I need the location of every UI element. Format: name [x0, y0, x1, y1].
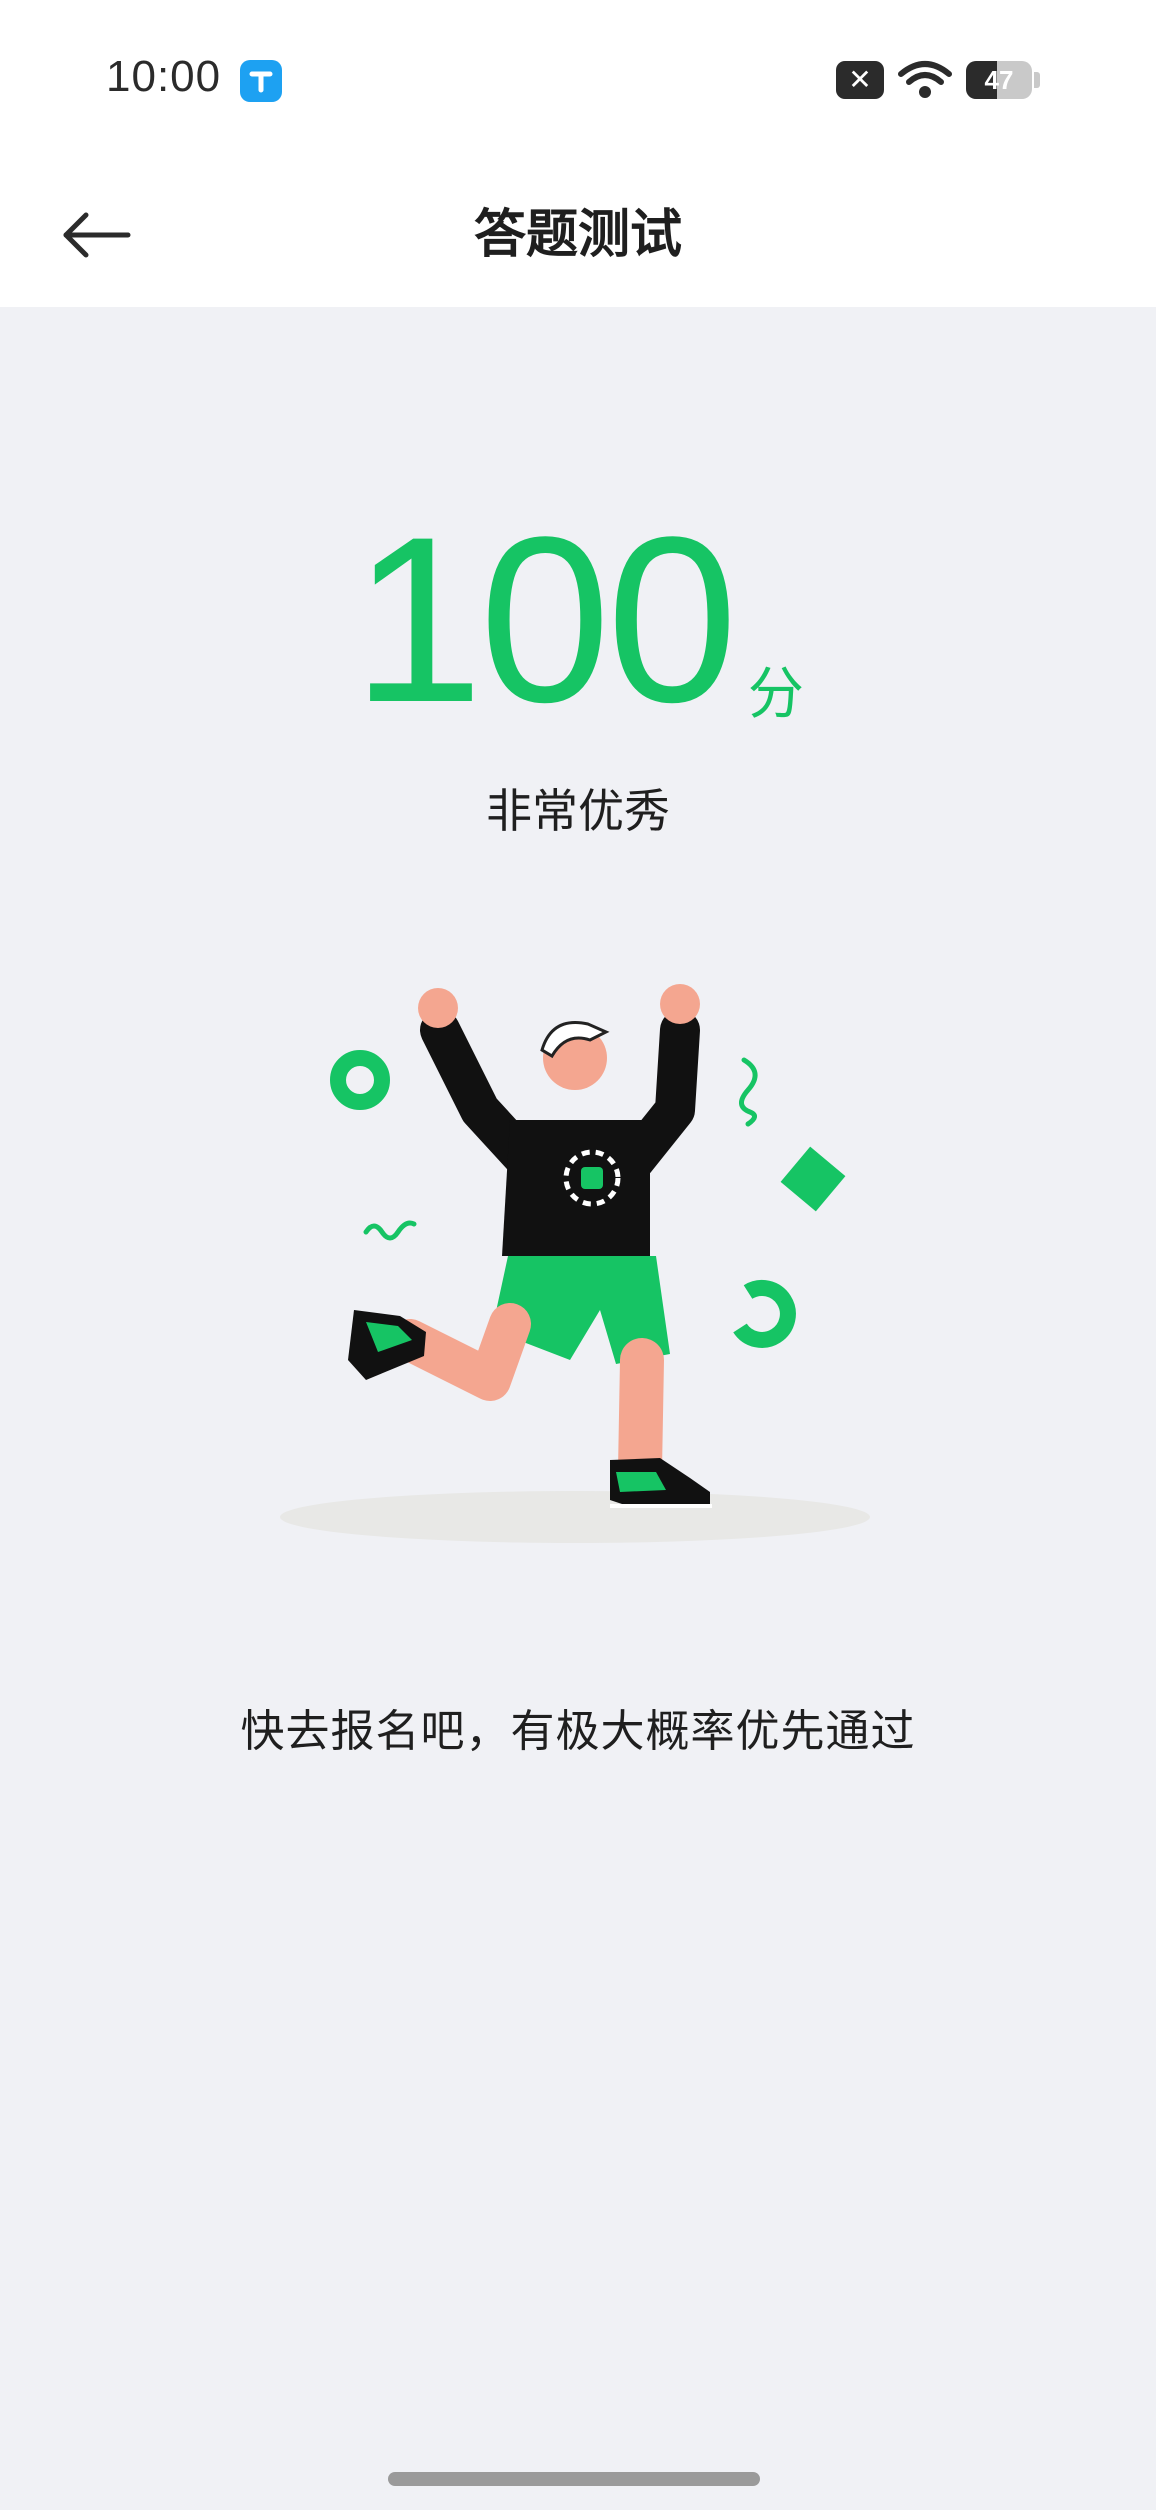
app-notification-icon — [240, 60, 282, 102]
wifi-icon — [898, 60, 952, 100]
status-time: 10:00 — [106, 52, 222, 101]
celebration-illustration — [270, 960, 890, 1560]
score-rating: 非常优秀 — [486, 784, 670, 838]
nav-bar: 答题测试 — [0, 160, 1156, 307]
status-bar: 10:00 ✕ 47 — [0, 0, 1156, 160]
score-value: 100 — [352, 488, 738, 752]
no-sim-icon: ✕ — [836, 61, 884, 99]
score-unit: 分 — [747, 662, 804, 727]
page-title: 答题测试 — [473, 205, 682, 265]
battery-tip — [1034, 72, 1040, 88]
battery-text: 47 — [984, 65, 1014, 95]
status-icons: ✕ 47 — [836, 60, 1040, 100]
quiz-result-page: 10:00 ✕ 47 答题测试 100 分 非常优秀 快去报名吧，有极大概率优先… — [0, 0, 1156, 2510]
result-message: 快去报名吧，有极大概率优先通过 — [240, 1706, 916, 1757]
home-indicator[interactable] — [388, 2472, 760, 2486]
score-display: 100 分 — [0, 488, 1156, 752]
battery-icon: 47 — [966, 61, 1032, 99]
